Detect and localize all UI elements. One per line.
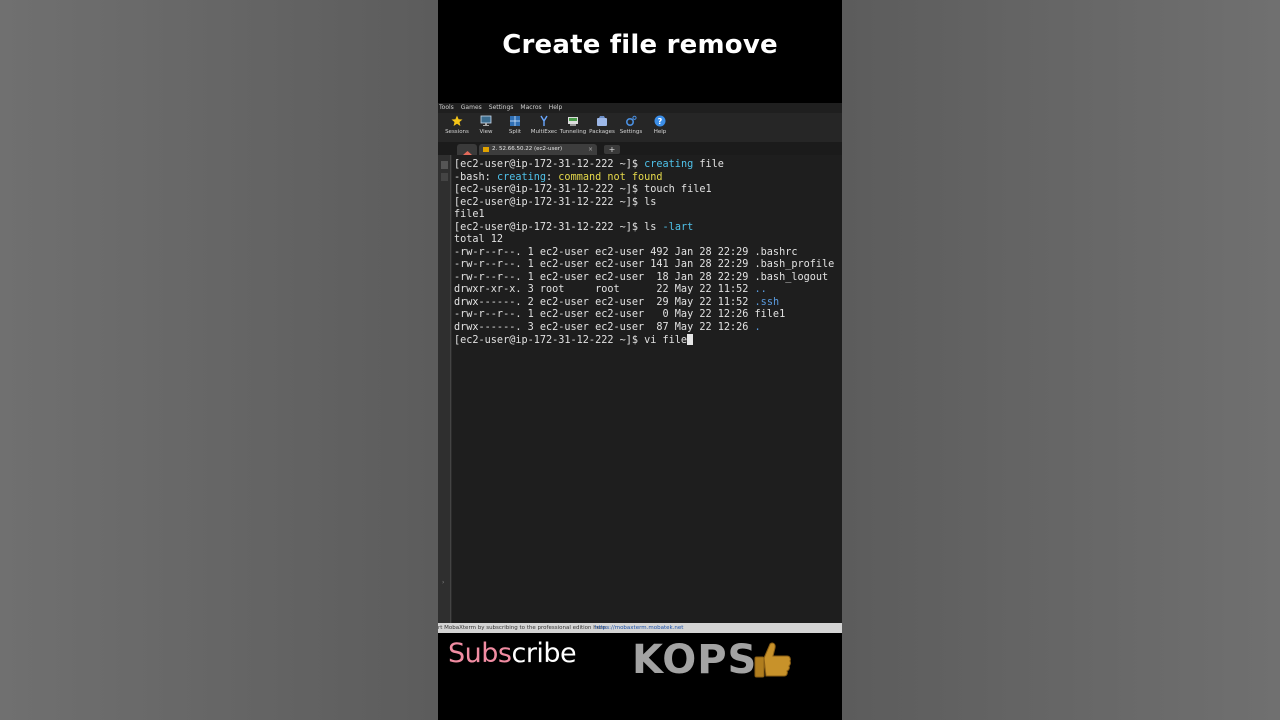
- terminal-text: .: [754, 321, 761, 333]
- terminal-text: file1: [454, 209, 485, 220]
- terminal-line: [ec2-user@ip-172-31-12-222 ~]$ vi file: [454, 334, 834, 348]
- terminal-output: [ec2-user@ip-172-31-12-222 ~]$ creating …: [454, 159, 834, 348]
- svg-text:?: ?: [658, 117, 663, 126]
- terminal-text: file: [693, 159, 724, 170]
- gear-icon: [625, 115, 637, 127]
- new-tab-button[interactable]: +: [604, 145, 620, 154]
- tab-bar: 2. 52.66.50.22 (ec2-user) × +: [438, 142, 842, 159]
- menu-settings[interactable]: Settings: [489, 103, 514, 113]
- split-button[interactable]: Split: [501, 115, 529, 141]
- mobaxterm-window: Tools Games Settings Macros Help Session…: [438, 103, 842, 633]
- status-link[interactable]: https://mobaxterm.mobatek.net: [595, 623, 683, 633]
- chevron-right-icon[interactable]: ›: [442, 579, 444, 586]
- subscribe-white-part: cribe: [511, 638, 577, 669]
- fork-icon: [538, 115, 550, 127]
- tunneling-button[interactable]: Tunneling: [559, 115, 587, 141]
- terminal-text: [ec2-user@ip-172-31-12-222 ~]$: [454, 159, 645, 170]
- terminal-text: [ec2-user@ip-172-31-12-222 ~]$ ls: [454, 221, 663, 233]
- terminal-text: :: [546, 171, 559, 183]
- subscribe-text: Subscribe: [448, 638, 577, 669]
- terminal-text: -rw-r--r--. 1 ec2-user ec2-user 492 Jan …: [454, 246, 798, 258]
- terminal-text: drwx------. 2 ec2-user ec2-user 29 May 2…: [454, 296, 755, 308]
- close-tab-icon[interactable]: ×: [588, 144, 593, 155]
- package-icon: [596, 115, 608, 127]
- packages-button[interactable]: Packages: [588, 115, 616, 141]
- terminal-line: -rw-r--r--. 1 ec2-user ec2-user 141 Jan …: [454, 259, 834, 272]
- terminal-text: .ssh: [754, 296, 780, 308]
- session-tab-label: 2. 52.66.50.22 (ec2-user): [492, 146, 563, 152]
- status-message: rt MobaXterm by subscribing to the profe…: [438, 625, 608, 631]
- terminal-text: creating: [644, 159, 694, 170]
- terminal-text: -lart: [662, 221, 694, 233]
- terminal-line: file1: [454, 209, 834, 222]
- monitor-icon: [480, 115, 492, 127]
- terminal-text: -rw-r--r--. 1 ec2-user ec2-user 141 Jan …: [454, 259, 835, 270]
- video-frame: Create file remove Tools Games Settings …: [438, 0, 842, 720]
- menu-help[interactable]: Help: [549, 103, 563, 113]
- home-tab[interactable]: [457, 144, 477, 159]
- terminal-cursor: [687, 334, 694, 345]
- terminal-line: -rw-r--r--. 1 ec2-user ec2-user 492 Jan …: [454, 247, 834, 260]
- menu-games[interactable]: Games: [461, 103, 482, 113]
- terminal-line: total 12: [454, 234, 834, 247]
- terminal-text: [ec2-user@ip-172-31-12-222 ~]$ vi file: [454, 335, 688, 346]
- terminal-line: [ec2-user@ip-172-31-12-222 ~]$ creating …: [454, 159, 834, 172]
- terminal-text: -rw-r--r--. 1 ec2-user ec2-user 18 Jan 2…: [454, 271, 829, 283]
- terminal-text: total 12: [454, 234, 504, 245]
- terminal-line: [ec2-user@ip-172-31-12-222 ~]$ ls: [454, 197, 834, 210]
- sidebar-strip: ›: [438, 155, 451, 623]
- sidebar-toggle-button[interactable]: [441, 161, 448, 169]
- star-icon: [451, 115, 463, 127]
- terminal-line: -rw-r--r--. 1 ec2-user ec2-user 0 May 22…: [454, 309, 834, 322]
- video-headline: Create file remove: [502, 30, 778, 60]
- terminal-text: drwx------. 3 ec2-user ec2-user 87 May 2…: [454, 321, 755, 333]
- subscribe-pink-part: Subs: [448, 638, 512, 669]
- left-blur-background: [0, 0, 438, 720]
- kops-logo-text: KOPS: [632, 637, 758, 683]
- multiexec-button[interactable]: MultiExec: [530, 115, 558, 141]
- terminal-text: ..: [754, 284, 767, 295]
- settings-button[interactable]: Settings: [617, 115, 645, 141]
- thumbs-up-icon: [754, 642, 791, 678]
- terminal-text: [ec2-user@ip-172-31-12-222 ~]$ touch fil…: [454, 184, 712, 195]
- sessions-button[interactable]: Sessions: [443, 115, 471, 141]
- menu-bar: Tools Games Settings Macros Help: [438, 103, 842, 113]
- terminal-area[interactable]: [ec2-user@ip-172-31-12-222 ~]$ creating …: [452, 155, 842, 623]
- terminal-line: drwxr-xr-x. 3 root root 22 May 22 11:52 …: [454, 284, 834, 297]
- menu-tools[interactable]: Tools: [439, 103, 454, 113]
- terminal-line: drwx------. 2 ec2-user ec2-user 29 May 2…: [454, 297, 834, 310]
- status-bar: rt MobaXterm by subscribing to the profe…: [438, 623, 842, 633]
- terminal-line: [ec2-user@ip-172-31-12-222 ~]$ touch fil…: [454, 184, 834, 197]
- terminal-line: -bash: creating: command not found: [454, 172, 834, 185]
- terminal-text: -bash:: [454, 171, 497, 183]
- view-button[interactable]: View: [472, 115, 500, 141]
- help-button[interactable]: ? Help: [646, 115, 674, 141]
- toolbar: Sessions View Split MultiExec Tunneling …: [438, 113, 842, 142]
- terminal-text: [ec2-user@ip-172-31-12-222 ~]$ ls: [454, 196, 657, 208]
- terminal-line: -rw-r--r--. 1 ec2-user ec2-user 18 Jan 2…: [454, 272, 834, 285]
- terminal-text: creating: [496, 171, 547, 183]
- menu-macros[interactable]: Macros: [520, 103, 541, 113]
- tunnel-icon: [567, 115, 579, 127]
- grid-icon: [509, 115, 521, 127]
- right-blur-background: [842, 0, 1280, 720]
- terminal-text: command not found: [558, 171, 663, 183]
- terminal-line: [ec2-user@ip-172-31-12-222 ~]$ ls -lart: [454, 222, 834, 235]
- help-icon: ?: [654, 115, 666, 127]
- terminal-text: -rw-r--r--. 1 ec2-user ec2-user 0 May 22…: [454, 309, 786, 320]
- terminal-text: drwxr-xr-x. 3 root root 22 May 22 11:52: [454, 284, 755, 295]
- sidebar-collapse-button[interactable]: [441, 173, 448, 181]
- session-tab[interactable]: 2. 52.66.50.22 (ec2-user) ×: [479, 144, 597, 155]
- terminal-icon: [483, 147, 489, 152]
- terminal-line: drwx------. 3 ec2-user ec2-user 87 May 2…: [454, 322, 834, 335]
